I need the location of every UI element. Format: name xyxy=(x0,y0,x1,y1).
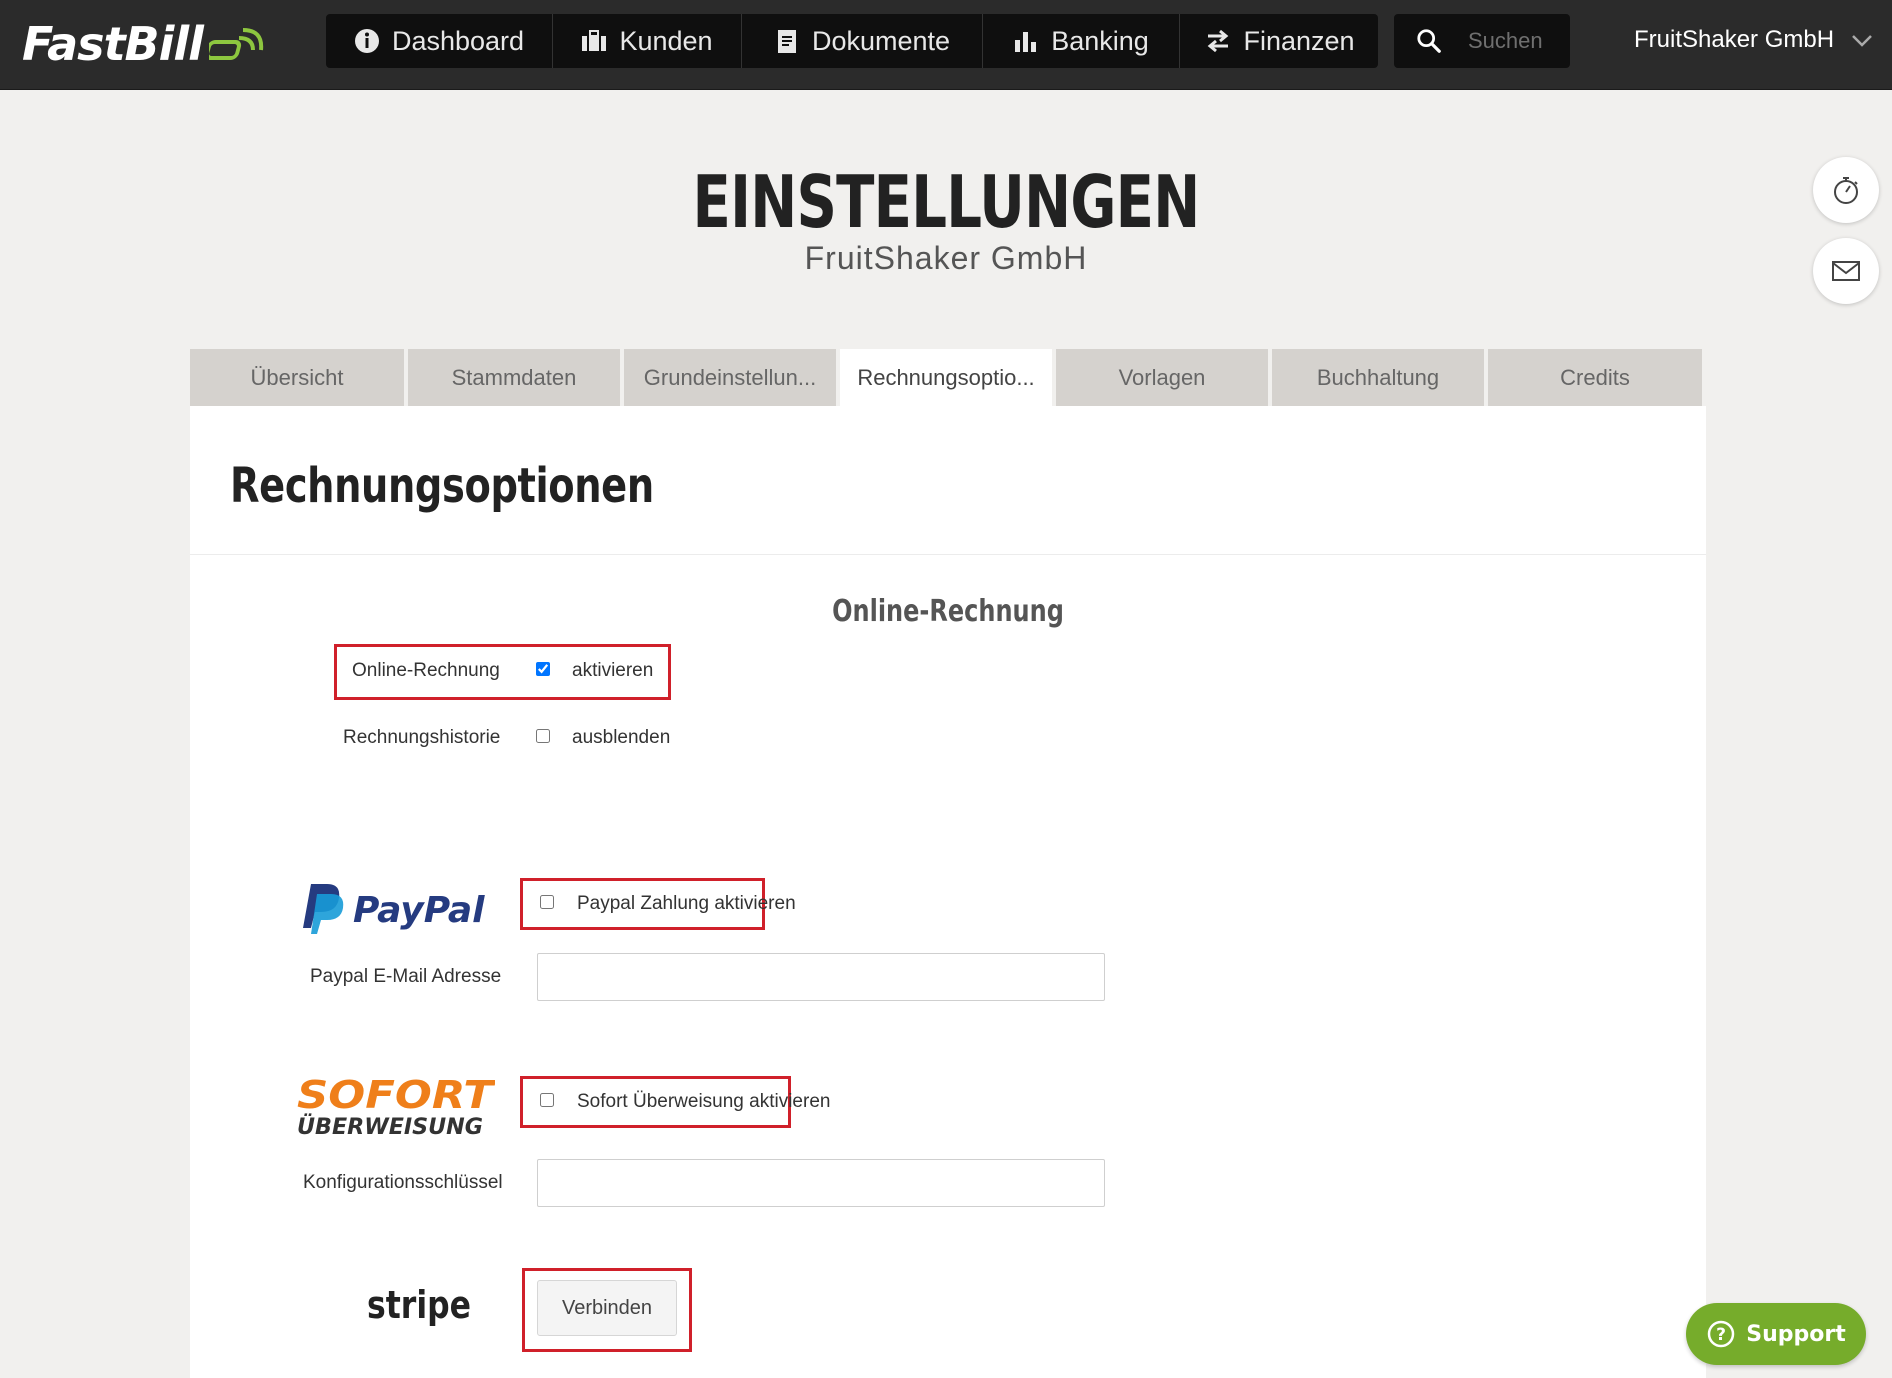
nav-finanzen[interactable]: Finanzen xyxy=(1180,14,1380,68)
sofort-logo-line1: SOFORT xyxy=(297,1074,495,1117)
section-title: Online-Rechnung xyxy=(832,594,1064,629)
tab-uebersicht[interactable]: Übersicht xyxy=(190,349,404,406)
account-menu[interactable]: FruitShaker GmbH xyxy=(1634,20,1874,60)
dashboard-icon xyxy=(354,29,379,53)
chevron-down-icon xyxy=(1852,35,1872,47)
bar-chart-icon xyxy=(1015,32,1037,52)
settings-panel: Rechnungsoptionen Online-Rechnung Online… xyxy=(190,406,1706,1378)
invoice-history-checkbox-label: ausblenden xyxy=(572,727,671,748)
timer-button[interactable] xyxy=(1813,157,1879,223)
page-title: EINSTELLUNGEN xyxy=(692,160,1201,244)
settings-tabs: Übersicht Stammdaten Grundeinstellun... … xyxy=(190,349,1706,406)
nav-dashboard[interactable]: Dashboard xyxy=(326,14,553,68)
tab-credits[interactable]: Credits xyxy=(1488,349,1702,406)
sofort-key-input[interactable] xyxy=(537,1159,1105,1207)
stripe-connect-button[interactable]: Verbinden xyxy=(537,1280,677,1336)
document-icon xyxy=(777,30,796,53)
paypal-email-input[interactable] xyxy=(537,953,1105,1001)
sofort-key-label: Konfigurationsschlüssel xyxy=(303,1172,503,1193)
paypal-logo: PayPal xyxy=(303,884,485,934)
paypal-checkbox[interactable] xyxy=(540,895,554,909)
nav-finanzen-label: Finanzen xyxy=(1243,25,1355,56)
nav-dokumente[interactable]: Dokumente xyxy=(742,14,983,68)
top-bar: FastBill Dashboard Kunden Dokumente Bank… xyxy=(0,0,1892,90)
panel-header: Rechnungsoptionen xyxy=(190,406,1706,555)
search-input[interactable] xyxy=(1466,27,1570,55)
nav-dokumente-label: Dokumente xyxy=(811,25,951,56)
search-box xyxy=(1394,14,1570,68)
paypal-email-label: Paypal E-Mail Adresse xyxy=(310,966,502,987)
page-subtitle: FruitShaker GmbH xyxy=(804,240,1088,276)
online-invoice-checkbox-label: aktivieren xyxy=(572,660,654,681)
sofort-logo-line2: ÜBERWEISUNG xyxy=(297,1114,483,1138)
envelope-icon xyxy=(1832,261,1860,281)
paypal-logo-text: PayPal xyxy=(353,890,485,931)
logo-text: FastBill xyxy=(22,17,204,71)
invoice-history-checkbox[interactable] xyxy=(536,729,550,743)
nav-banking[interactable]: Banking xyxy=(983,14,1180,68)
search-icon[interactable] xyxy=(1416,27,1442,55)
tab-vorlagen[interactable]: Vorlagen xyxy=(1056,349,1268,406)
fastbill-logo[interactable]: FastBill xyxy=(22,14,265,74)
nav-kunden-label: Kunden xyxy=(619,25,713,56)
online-invoice-label: Online-Rechnung xyxy=(352,660,500,681)
question-circle-icon: ? xyxy=(1708,1320,1735,1348)
tab-grundeinstellungen[interactable]: Grundeinstellun... xyxy=(624,349,836,406)
stopwatch-icon xyxy=(1834,177,1858,204)
tab-stammdaten[interactable]: Stammdaten xyxy=(408,349,620,406)
paypal-checkbox-label: Paypal Zahlung aktivieren xyxy=(577,893,796,914)
nav-dashboard-label: Dashboard xyxy=(391,25,525,56)
stripe-logo-text: stripe xyxy=(367,1283,471,1327)
support-button[interactable]: ? Support xyxy=(1686,1303,1866,1365)
briefcase-icon xyxy=(582,30,607,51)
nav-kunden[interactable]: Kunden xyxy=(553,14,742,68)
online-invoice-checkbox[interactable] xyxy=(536,662,550,676)
mail-button[interactable] xyxy=(1813,238,1879,304)
tab-rechnungsoptionen[interactable]: Rechnungsoptio... xyxy=(840,349,1052,406)
stripe-logo: stripe xyxy=(367,1283,471,1327)
tab-buchhaltung[interactable]: Buchhaltung xyxy=(1272,349,1484,406)
invoice-history-label: Rechnungshistorie xyxy=(343,727,501,748)
main-navigation: Dashboard Kunden Dokumente Banking Finan… xyxy=(326,14,1378,68)
account-name: FruitShaker GmbH xyxy=(1634,26,1835,53)
fastbill-logo-mark-icon xyxy=(208,28,264,60)
sofort-logo: SOFORT ÜBERWEISUNG xyxy=(297,1074,495,1138)
transfer-arrows-icon xyxy=(1208,29,1229,53)
sofort-checkbox[interactable] xyxy=(540,1093,554,1107)
nav-banking-label: Banking xyxy=(1051,25,1149,56)
support-label: Support xyxy=(1746,1321,1846,1347)
sofort-checkbox-label: Sofort Überweisung aktivieren xyxy=(577,1091,831,1112)
svg-text:?: ? xyxy=(1716,1325,1726,1345)
panel-title: Rechnungsoptionen xyxy=(230,458,654,514)
